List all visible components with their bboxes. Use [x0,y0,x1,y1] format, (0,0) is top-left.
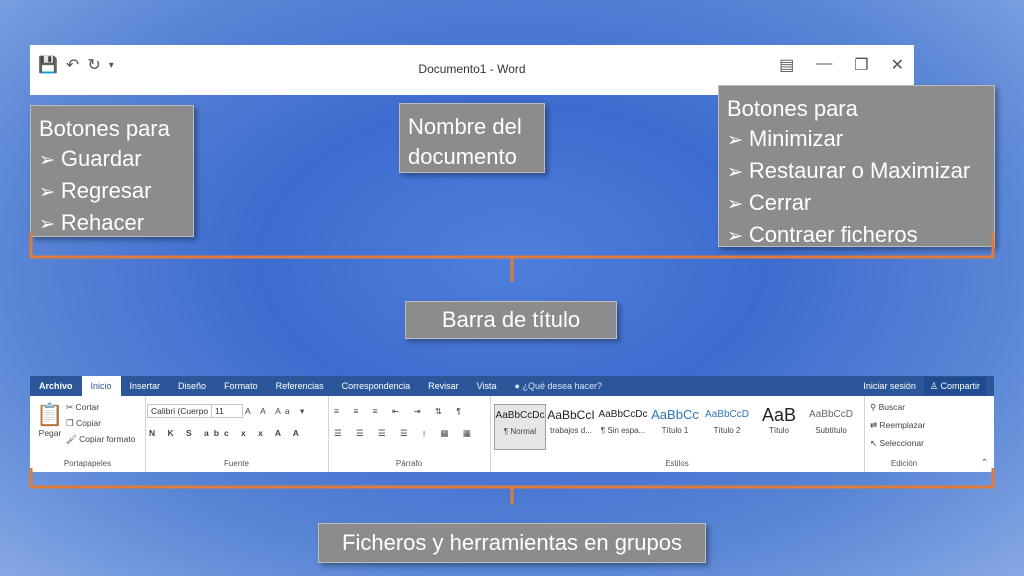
font-name-value: Calibri (Cuerpo [147,404,213,418]
replace-button[interactable]: ⇄ Reemplazar [870,420,925,431]
callout-line: Nombre del [408,114,522,139]
person-icon: ♙ [929,381,938,391]
style-titulo-1[interactable]: AaBbCc Título 1 [650,404,700,448]
font-name-select[interactable]: Calibri (Cuerpo [147,404,213,418]
cut-label: Cortar [75,402,100,412]
tab-revisar[interactable]: Revisar [419,376,468,396]
format-painter-label: Copiar formato [79,434,136,444]
style-name: Título 2 [713,426,741,435]
list-buttons[interactable]: ≡ ≡ ≡ ⇤ ⇥ ⇅ ¶ [334,406,467,417]
style-titulo-2[interactable]: AaBbCcD Título 2 [702,404,752,448]
select-label: Seleccionar [879,438,924,448]
ribbon-tabs: Archivo Inicio Insertar Diseño Formato R… [30,376,994,396]
tab-insertar[interactable]: Insertar [121,376,170,396]
style-sin-espaciado[interactable]: AaBbCcDc ¶ Sin espa... [598,404,648,448]
font-size-value: 11 [211,404,243,418]
group-editing: ⚲ Buscar ⇄ Reemplazar ↖ Seleccionar Edic… [864,396,944,472]
style-trabajos[interactable]: AaBbCcI trabajos d... [546,404,596,448]
tell-me-text: ¿Qué desea hacer? [522,381,603,391]
minimize-icon[interactable]: — [816,55,832,75]
group-paragraph: ≡ ≡ ≡ ⇤ ⇥ ⇅ ¶ ☰ ☰ ☰ ☰ ↕ ▦ ▦ Párrafo [328,396,491,472]
callout-title: Botones para [727,96,858,121]
callout-item: Regresar [39,176,185,208]
style-sample: AaB [761,405,797,425]
style-name: trabajos d... [550,426,592,435]
style-sample: AaBbCcDc [495,410,545,421]
font-size-select[interactable]: 11 [211,404,243,418]
copy-icon: ❐ [66,418,74,428]
sign-in-link[interactable]: Iniciar sesión [863,376,916,396]
style-name: ¶ Sin espa... [600,426,646,435]
style-name: Título 1 [661,426,689,435]
tab-formato[interactable]: Formato [215,376,267,396]
style-name: Título [768,426,789,435]
tab-vista[interactable]: Vista [468,376,506,396]
callout-window-buttons: Botones para Minimizar Restaurar o Maxim… [718,85,995,247]
select-button[interactable]: ↖ Seleccionar [870,438,924,449]
callout-document-name: Nombre del documento [399,103,545,173]
ribbon-bracket [29,468,995,505]
tell-me-box[interactable]: ● ¿Qué desea hacer? [506,376,612,396]
tab-archivo[interactable]: Archivo [30,376,82,396]
group-clipboard: 📋 Pegar ✂ Cortar ❐ Copiar 🖌 Copiar forma… [30,396,146,472]
window-controls: ▤ — ❐ ✕ [779,55,904,75]
style-normal[interactable]: AaBbCcDc ¶ Normal [494,404,546,450]
style-sample: AaBbCcDc [598,409,648,420]
tab-diseno[interactable]: Diseño [169,376,215,396]
paste-label: Pegar [38,428,62,438]
callout-line: documento [408,144,517,169]
callout-item: Restaurar o Maximizar [727,156,986,188]
style-name: ¶ Normal [503,427,537,436]
tab-referencias[interactable]: Referencias [267,376,333,396]
format-painter-button[interactable]: 🖌 Copiar formato [66,434,135,445]
account-area: Iniciar sesión ♙ Compartir [863,376,986,396]
close-icon[interactable]: ✕ [891,55,904,75]
callout-item: Minimizar [727,124,986,156]
callout-save-undo-redo: Botones para Guardar Regresar Rehacer [30,105,194,237]
copy-button[interactable]: ❐ Copiar [66,418,101,429]
style-name: Subtítulo [815,426,847,435]
callout-item: Cerrar [727,188,986,220]
title-bar-label: Barra de título [405,301,617,339]
tab-inicio[interactable]: Inicio [81,376,121,396]
align-buttons[interactable]: ☰ ☰ ☰ ☰ ↕ ▦ ▦ [334,428,477,439]
replace-icon: ⇄ [870,420,878,430]
scissors-icon: ✂ [66,402,74,412]
callout-item: Guardar [39,144,185,176]
ribbon-display-icon[interactable]: ▤ [779,55,794,75]
brush-icon: 🖌 [66,434,77,444]
find-label: Buscar [878,402,906,412]
tab-correspondencia[interactable]: Correspondencia [333,376,420,396]
clipboard-icon: 📋 [36,402,64,427]
style-sample: AaBbCcD [809,409,853,420]
style-sample: AaBbCcD [705,409,749,420]
group-styles: AaBbCcDc ¶ Normal AaBbCcI trabajos d... … [490,396,865,472]
style-subtitulo[interactable]: AaBbCcD Subtítulo [806,404,856,448]
replace-label: Reemplazar [879,420,926,430]
copy-label: Copiar [76,418,102,428]
style-titulo[interactable]: AaB Título [754,404,804,448]
paste-button[interactable]: 📋 Pegar [36,402,64,438]
ribbon-label: Ficheros y herramientas en grupos [318,523,706,563]
callout-title: Botones para [39,116,170,141]
restore-icon[interactable]: ❐ [854,55,868,75]
lightbulb-icon: ● [514,381,520,391]
cut-button[interactable]: ✂ Cortar [66,402,99,413]
font-size-controls[interactable]: A A Aa ▾ [245,406,308,417]
title-bar-bracket [29,233,995,282]
cursor-icon: ↖ [870,438,878,448]
style-sample: AaBbCcI [547,408,595,422]
group-font: Calibri (Cuerpo 11 A A Aa ▾ N K S abc x … [145,396,329,472]
font-format-buttons[interactable]: N K S abc x x A A [149,428,304,438]
style-sample: AaBbCc [651,407,699,422]
share-label: Compartir [940,381,980,391]
word-ribbon: Archivo Inicio Insertar Diseño Formato R… [30,376,994,472]
find-button[interactable]: ⚲ Buscar [870,402,905,413]
share-button[interactable]: ♙ Compartir [923,377,986,395]
search-icon: ⚲ [870,402,877,412]
